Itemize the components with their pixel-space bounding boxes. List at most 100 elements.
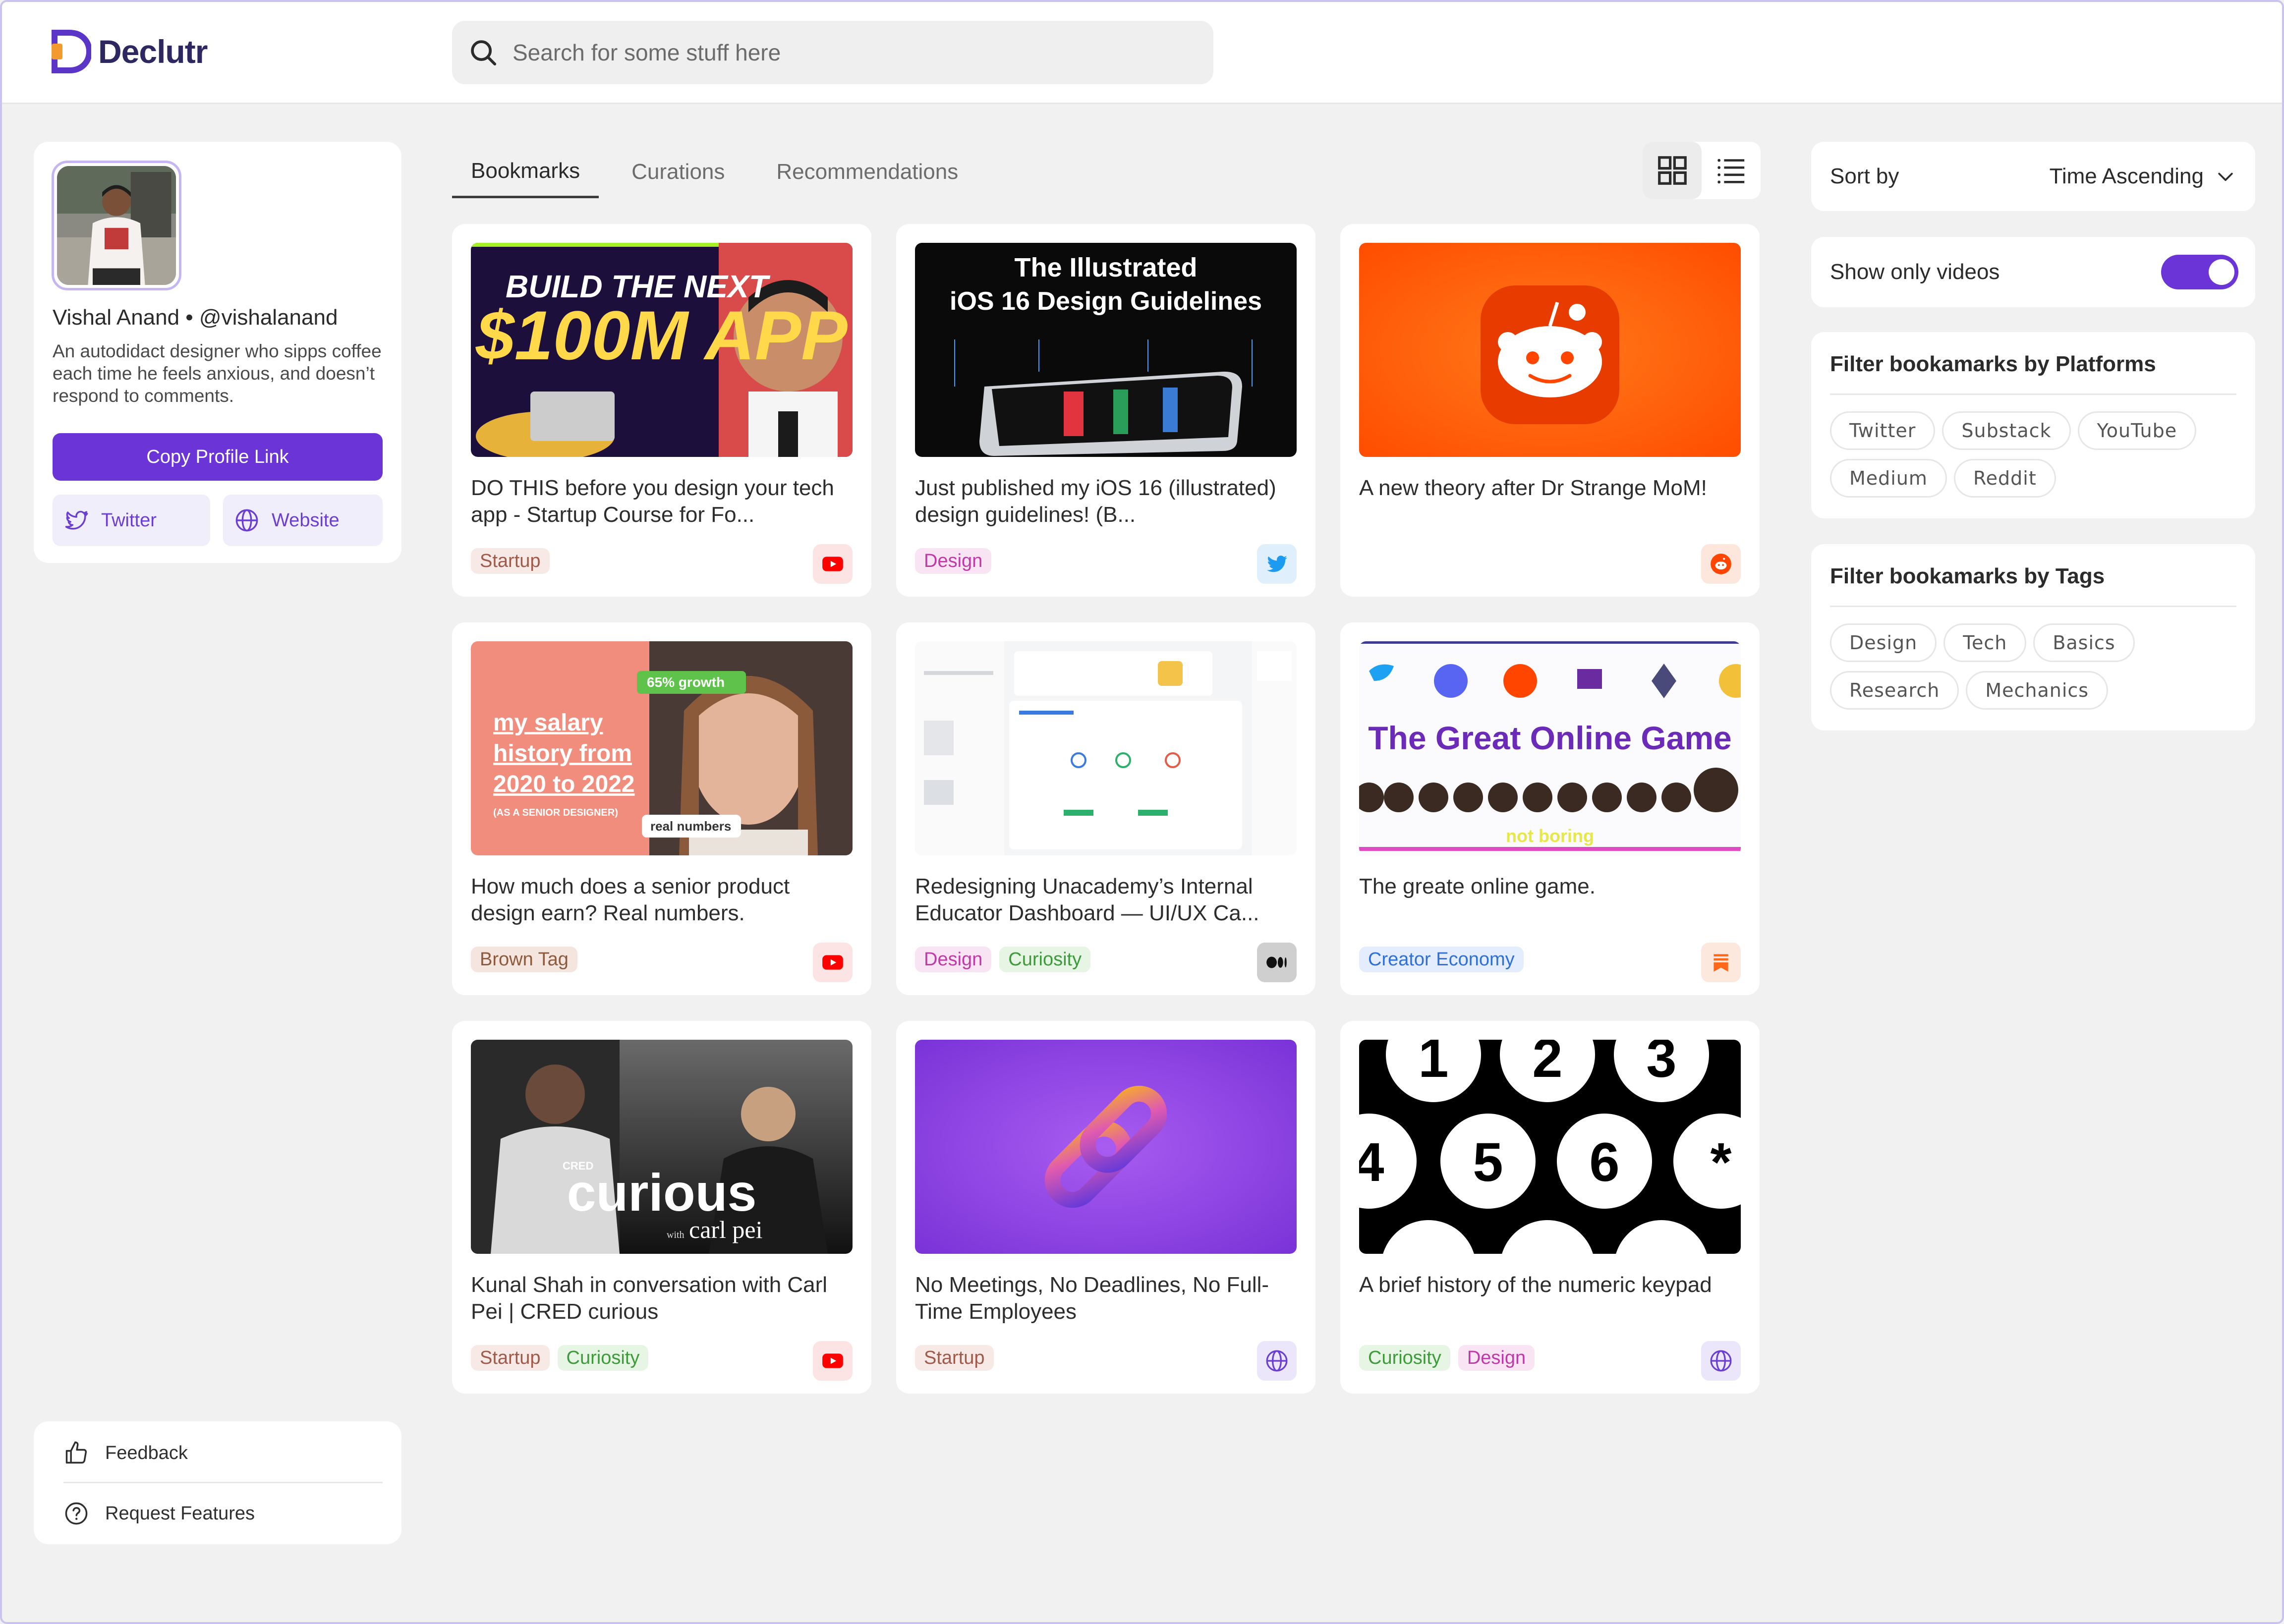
keypad-digit-6: 6 [1589,1132,1619,1193]
twitter-icon [65,510,88,530]
youtube-icon [813,1341,853,1381]
tag-design[interactable]: Design [915,947,992,972]
help-circle-icon [65,1502,88,1525]
chip-medium[interactable]: Medium [1830,459,1947,498]
grid-view-button[interactable] [1643,142,1702,199]
thumbnail-image: The Illustrated iOS 16 Design Guidelines [915,243,1297,457]
card-thumbnail: The Illustrated iOS 16 Design Guidelines [915,243,1297,457]
copy-profile-link-button[interactable]: Copy Profile Link [53,433,383,481]
thumbnail-image: CRED curious with carl pei [471,1040,853,1254]
tag-startup[interactable]: Startup [471,548,550,574]
bookmark-card[interactable]: 1 2 3 4 5 6 * A brief history of the num… [1340,1021,1760,1394]
sort-value: Time Ascending [2049,164,2204,188]
thumb-text-1: The Great Online Game [1368,720,1732,756]
videos-toggle-label: Show only videos [1830,260,2000,284]
tag-startup[interactable]: Startup [471,1345,550,1371]
card-tags: Design [915,548,999,574]
reddit-icon [1701,544,1741,584]
twitter-link-button[interactable]: Twitter [53,495,210,546]
bookmark-card[interactable]: The Illustrated iOS 16 Design Guidelines… [896,224,1315,597]
chip-reddit[interactable]: Reddit [1953,459,2056,498]
platform-filter-card: Filter bookamarks by Platforms Twitter S… [1811,332,2255,518]
list-view-button[interactable] [1702,142,1761,199]
chip-mechanics[interactable]: Mechanics [1966,671,2109,710]
bookmark-card[interactable]: 65% growth my salary history from 2020 t… [452,622,871,995]
tab-bookmarks[interactable]: Bookmarks [452,146,599,198]
chip-twitter[interactable]: Twitter [1830,411,1936,450]
brand-logo[interactable]: Declutr [50,30,208,73]
tag-design[interactable]: Design [915,548,992,574]
videos-toggle-card: Show only videos [1811,237,2255,307]
card-title: The greate online game. [1359,874,1596,898]
search-bar[interactable] [452,21,1213,84]
thumbnail-image: The Great Online Game not boring [1359,641,1741,855]
card-title: No Meetings, No Deadlines, No Full-Time … [915,1273,1269,1324]
content-tabs: Bookmarks Curations Recommendations [452,146,991,200]
filter-divider [1830,606,2236,607]
tab-curations[interactable]: Curations [613,146,743,198]
footer-card: Feedback Request Features [34,1421,401,1544]
feedback-label: Feedback [105,1442,188,1463]
thumb-text-4: 2020 to 2022 [493,771,635,797]
sort-select[interactable]: Time Ascending [2050,164,2236,189]
bookmark-card[interactable]: CRED curious with carl pei Kunal Shah in… [452,1021,871,1394]
youtube-icon [813,943,853,982]
tag-brown[interactable]: Brown Tag [471,947,577,972]
card-thumbnail [915,1040,1297,1254]
thumb-text-2: not boring [1506,826,1594,846]
tag-curiosity[interactable]: Curiosity [1359,1345,1450,1371]
tag-creator-economy[interactable]: Creator Economy [1359,947,1524,972]
request-features-label: Request Features [105,1503,255,1524]
chip-tech[interactable]: Tech [1943,623,2027,662]
thumbnail-image [915,1040,1297,1254]
chip-youtube[interactable]: YouTube [2077,411,2197,450]
card-tags: Brown Tag [471,947,585,972]
keypad-star: * [1711,1132,1732,1193]
tab-recommendations[interactable]: Recommendations [757,146,977,198]
bookmark-card[interactable]: No Meetings, No Deadlines, No Full-Time … [896,1021,1315,1394]
tag-startup[interactable]: Startup [915,1345,994,1371]
bookmark-card[interactable]: The Great Online Game not boring The gre… [1340,622,1760,995]
thumbnail-image: 65% growth my salary history from 2020 t… [471,641,853,855]
tag-design[interactable]: Design [1458,1345,1535,1371]
tag-filter-title: Filter bookamarks by Tags [1830,564,2105,588]
thumb-text-2: $100M APP [475,296,848,374]
keypad-digit-4: 4 [1359,1132,1384,1193]
card-title: Kunal Shah in conversation with Carl Pei… [471,1273,828,1324]
chevron-down-icon [2218,172,2233,181]
profile-card: Vishal Anand • @vishalanand An autodidac… [34,142,401,563]
request-features-link[interactable]: Request Features [63,1499,255,1528]
thumb-text-2: curious [567,1164,757,1222]
feedback-link[interactable]: Feedback [63,1438,188,1468]
card-tags: Creator Economy [1359,947,1532,972]
search-input[interactable] [513,39,1157,66]
thumbnail-image [915,641,1297,855]
top-header: Declutr [2,2,2282,104]
chip-substack[interactable]: Substack [1942,411,2071,450]
chip-research[interactable]: Research [1830,671,1959,710]
bookmark-card[interactable]: BUILD THE NEXT $100M APP DO THIS before … [452,224,871,597]
bookmark-card[interactable]: Redesigning Unacademy’s Internal Educato… [896,622,1315,995]
card-thumbnail: CRED curious with carl pei [471,1040,853,1254]
tag-curiosity[interactable]: Curiosity [999,947,1091,972]
chip-basics[interactable]: Basics [2033,623,2135,662]
chip-design[interactable]: Design [1830,623,1937,662]
card-title: How much does a senior product design ea… [471,874,790,925]
card-title: Just published my iOS 16 (illustrated) d… [915,476,1276,527]
tag-curiosity[interactable]: Curiosity [557,1345,649,1371]
card-thumbnail: BUILD THE NEXT $100M APP [471,243,853,457]
card-tags: Startup [915,1345,1002,1371]
tag-chips: Design Tech Basics Research Mechanics [1830,623,2241,719]
filter-divider [1830,393,2236,395]
card-tags: Startup [471,548,558,574]
show-videos-toggle[interactable] [2161,255,2238,289]
bookmark-card[interactable]: A new theory after Dr Strange MoM! [1340,224,1760,597]
thumb-text-1: The Illustrated [1014,253,1197,282]
thumb-text-3: history from [493,740,632,767]
card-thumbnail: 65% growth my salary history from 2020 t… [471,641,853,855]
website-link-button[interactable]: Website [223,495,383,546]
platform-filter-title: Filter bookamarks by Platforms [1830,352,2156,376]
substack-icon [1701,943,1741,982]
thumb-text-6: real numbers [650,819,731,834]
thumbnail-image: 1 2 3 4 5 6 * [1359,1040,1741,1254]
